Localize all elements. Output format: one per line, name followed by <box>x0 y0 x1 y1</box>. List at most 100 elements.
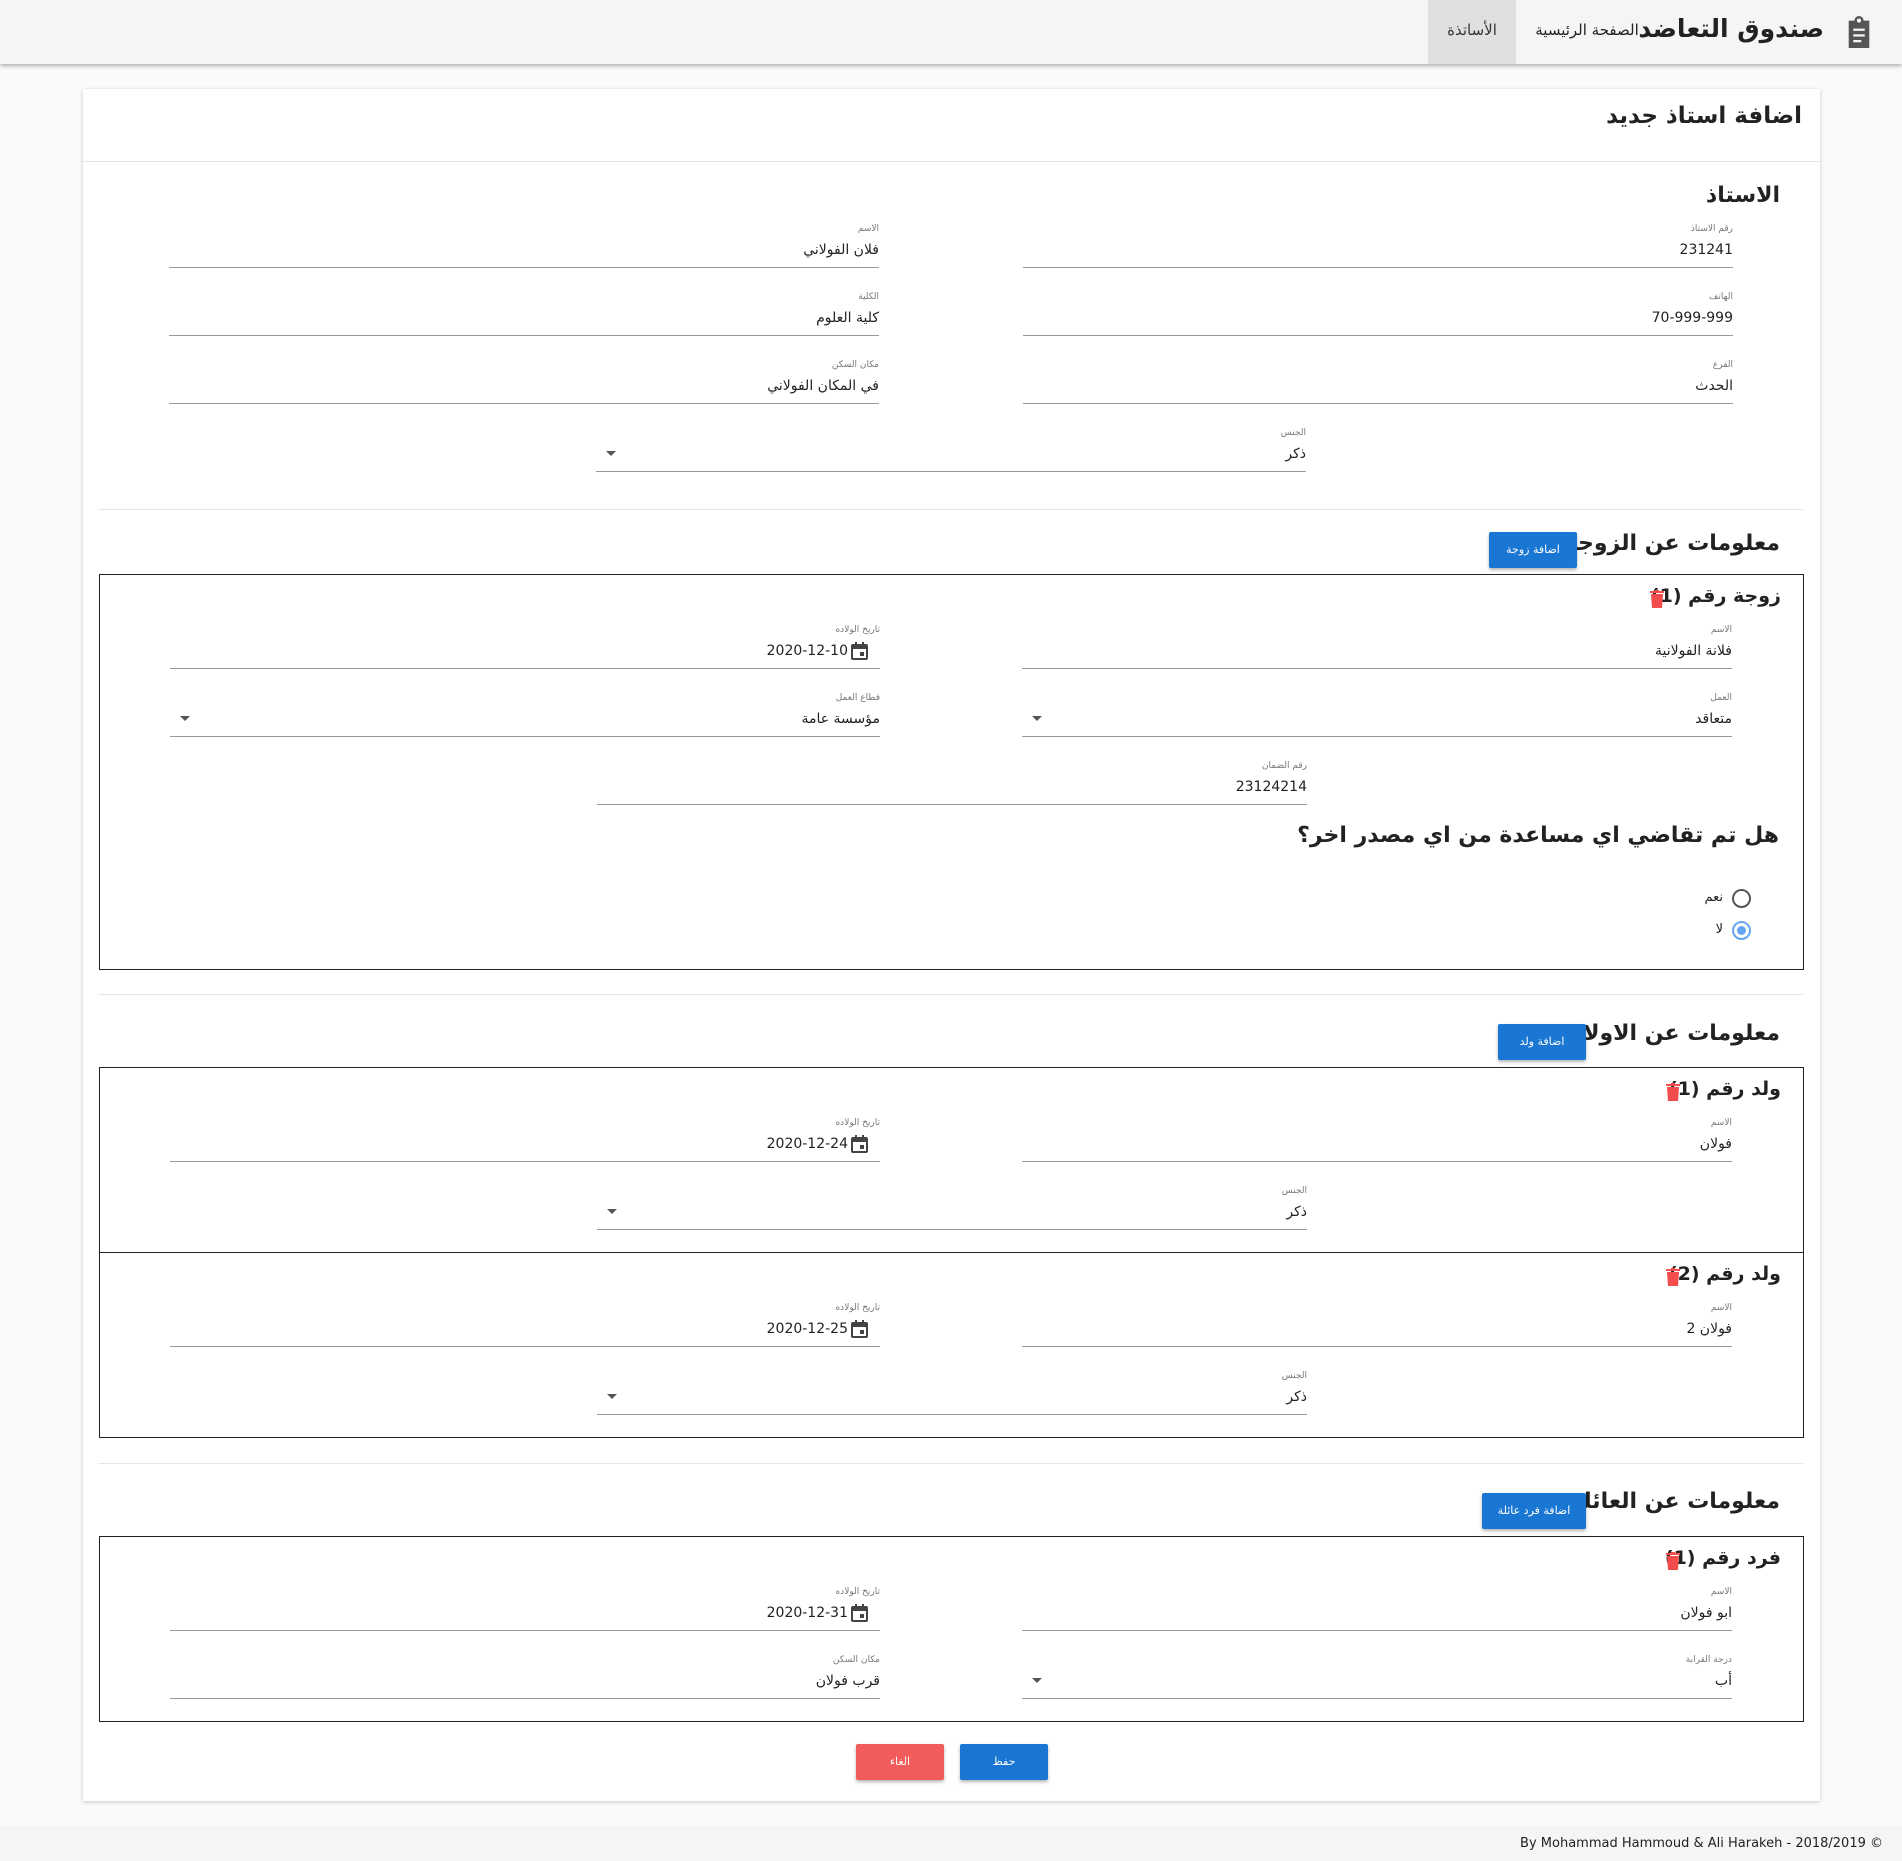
cancel-button[interactable]: الغاء <box>856 1744 944 1780</box>
field-value: متعاقد <box>1695 711 1732 727</box>
family-relation-select[interactable]: درجة القرابة أب <box>1022 1655 1732 1699</box>
field-label: الاسم <box>857 224 879 234</box>
family-member-card: فرد رقم (1) الاسم ابو فولان تاريخ الولاد… <box>99 1536 1804 1722</box>
family-member-title: فرد رقم (1) <box>1665 1547 1781 1569</box>
trash-icon[interactable] <box>1666 1268 1680 1286</box>
radio-label: لا <box>1715 922 1723 937</box>
wife-work-select[interactable]: العمل متعاقد <box>1022 693 1732 737</box>
field-value: ذكر <box>1286 1389 1307 1405</box>
field-value: فلانة الفولانية <box>1655 643 1732 659</box>
field-label: مكان السكن <box>831 360 879 370</box>
field-label: الفرع <box>1712 360 1733 370</box>
field-value: قرب فولان <box>815 1673 880 1689</box>
footer: By Mohammad Hammoud & Ali Harakeh - 2018… <box>0 1826 1902 1861</box>
trash-icon[interactable] <box>1666 1552 1680 1570</box>
chevron-down-icon <box>1032 1678 1042 1683</box>
field-label: الاسم <box>1710 625 1732 635</box>
family-birthdate-field[interactable]: تاريخ الولاده 2020-12-31 <box>170 1587 880 1631</box>
aid-question: هل تم تقاضي اي مساعدة من اي مصدر اخر؟ <box>1297 823 1779 848</box>
clipboard-icon <box>1848 16 1870 48</box>
field-value: أب <box>1714 1673 1732 1689</box>
field-value: كلية العلوم <box>816 310 879 326</box>
add-wife-button[interactable]: اضافة زوجة <box>1489 532 1577 568</box>
field-value: 2020-12-24 <box>766 1136 848 1152</box>
field-value: فولان 2 <box>1686 1321 1732 1337</box>
teacher-phone-field[interactable]: الهاتف 70-999-999 <box>1023 292 1733 336</box>
teacher-faculty-field[interactable]: الكلية كلية العلوم <box>169 292 879 336</box>
field-label: الاسم <box>1710 1303 1732 1313</box>
child-birthdate-field[interactable]: تاريخ الولاده 2020-12-25 <box>170 1303 880 1347</box>
field-label: رقم الضمان <box>1261 761 1307 771</box>
wife-birthdate-field[interactable]: تاريخ الولاده 2020-12-10 <box>170 625 880 669</box>
chevron-down-icon <box>606 451 616 456</box>
family-residence-field[interactable]: مكان السكن قرب فولان <box>170 1655 880 1699</box>
child-birthdate-field[interactable]: تاريخ الولاده 2020-12-24 <box>170 1118 880 1162</box>
footer-credits: By Mohammad Hammoud & Ali Harakeh - 2018… <box>1520 1836 1883 1851</box>
field-value: الحدث <box>1695 378 1733 394</box>
calendar-icon[interactable] <box>851 642 868 660</box>
wife-name-field[interactable]: الاسم فلانة الفولانية <box>1022 625 1732 669</box>
radio-option-yes[interactable]: نعم <box>1671 889 1751 909</box>
brand-title[interactable]: صندوق التعاضد <box>1638 14 1824 43</box>
radio-label: نعم <box>1704 890 1723 905</box>
field-label: تاريخ الولاده <box>835 1303 880 1313</box>
add-family-member-button[interactable]: اضافة فرد عائلة <box>1482 1493 1586 1529</box>
divider <box>83 161 1820 162</box>
calendar-icon[interactable] <box>851 1320 868 1338</box>
field-value: ذكر <box>1285 446 1306 462</box>
trash-icon[interactable] <box>1650 590 1664 608</box>
field-label: مكان السكن <box>832 1655 880 1665</box>
child-gender-select[interactable]: الجنس ذكر <box>597 1186 1307 1230</box>
family-section-title: معلومات عن العائلة <box>1569 1489 1780 1514</box>
child-name-field[interactable]: الاسم فولان 2 <box>1022 1303 1732 1347</box>
field-label: الجنس <box>1281 1371 1307 1381</box>
calendar-icon[interactable] <box>851 1604 868 1622</box>
radio-button[interactable] <box>1732 889 1751 908</box>
field-value: فلان الفولاني <box>803 242 879 258</box>
wife-section-title: معلومات عن الزوجة <box>1564 531 1780 556</box>
field-label: تاريخ الولاده <box>835 1118 880 1128</box>
family-name-field[interactable]: الاسم ابو فولان <box>1022 1587 1732 1631</box>
chevron-down-icon <box>1032 716 1042 721</box>
radio-option-no[interactable]: لا <box>1671 921 1751 941</box>
children-section-title: معلومات عن الاولاد <box>1571 1021 1780 1046</box>
field-value: 2020-12-25 <box>766 1321 848 1337</box>
chevron-down-icon <box>607 1394 617 1399</box>
divider <box>99 1463 1803 1464</box>
field-value: ابو فولان <box>1680 1605 1732 1621</box>
nav-item-home[interactable]: الصفحة الرئيسية <box>1522 0 1652 64</box>
teacher-gender-select[interactable]: الجنس ذكر <box>596 428 1306 472</box>
nav-item-teachers[interactable]: الأساتذة <box>1428 0 1516 64</box>
child-gender-select[interactable]: الجنس ذكر <box>597 1371 1307 1415</box>
field-value: 2020-12-10 <box>766 643 848 659</box>
field-label: الاسم <box>1710 1587 1732 1597</box>
teacher-number-field[interactable]: رقم الاستاذ 231241 <box>1023 224 1733 268</box>
wife-sector-select[interactable]: قطاع العمل مؤسسة عامة <box>170 693 880 737</box>
trash-icon[interactable] <box>1666 1083 1680 1101</box>
field-label: الهاتف <box>1709 292 1733 302</box>
field-label: الكلية <box>858 292 879 302</box>
field-label: العمل <box>1710 693 1732 703</box>
child-name-field[interactable]: الاسم فولان <box>1022 1118 1732 1162</box>
field-value: مؤسسة عامة <box>801 711 880 727</box>
field-label: تاريخ الولاده <box>835 1587 880 1597</box>
chevron-down-icon <box>607 1209 617 1214</box>
chevron-down-icon <box>180 716 190 721</box>
child-title: ولد رقم (2) <box>1669 1263 1781 1285</box>
field-label: درجة القرابة <box>1685 1655 1732 1665</box>
calendar-icon[interactable] <box>851 1135 868 1153</box>
teacher-name-field[interactable]: الاسم فلان الفولاني <box>169 224 879 268</box>
add-child-button[interactable]: اضافة ولد <box>1498 1024 1586 1060</box>
teacher-branch-field[interactable]: الفرع الحدث <box>1023 360 1733 404</box>
child-title: ولد رقم (1) <box>1669 1078 1781 1100</box>
divider <box>99 509 1803 510</box>
field-value: 70-999-999 <box>1651 310 1733 326</box>
radio-button[interactable] <box>1732 921 1751 940</box>
save-button[interactable]: حفظ <box>960 1744 1048 1780</box>
field-label: الجنس <box>1281 1186 1307 1196</box>
page-title: اضافة استاذ جديد <box>1606 103 1802 129</box>
teacher-residence-field[interactable]: مكان السكن في المكان الفولاني <box>169 360 879 404</box>
field-value: ذكر <box>1286 1204 1307 1220</box>
wife-insurance-field[interactable]: رقم الضمان 23124214 <box>597 761 1307 805</box>
field-value: 23124214 <box>1235 779 1307 795</box>
